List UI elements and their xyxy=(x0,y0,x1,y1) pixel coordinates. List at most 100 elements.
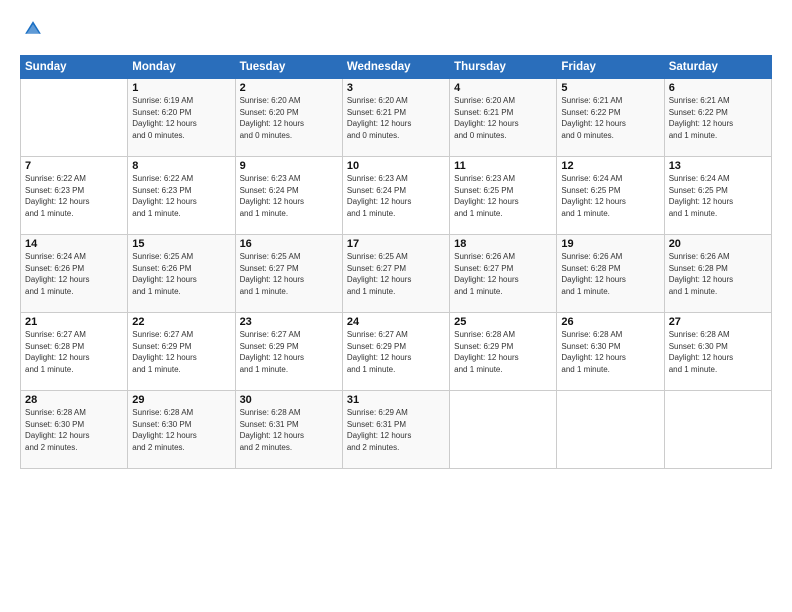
cell-0-1: 1Sunrise: 6:19 AM Sunset: 6:20 PM Daylig… xyxy=(128,79,235,157)
day-number: 28 xyxy=(25,394,123,406)
day-info: Sunrise: 6:20 AM Sunset: 6:20 PM Dayligh… xyxy=(240,95,338,141)
header xyxy=(20,18,772,45)
day-info: Sunrise: 6:25 AM Sunset: 6:27 PM Dayligh… xyxy=(347,251,445,297)
cell-0-4: 4Sunrise: 6:20 AM Sunset: 6:21 PM Daylig… xyxy=(450,79,557,157)
cell-2-3: 17Sunrise: 6:25 AM Sunset: 6:27 PM Dayli… xyxy=(342,235,449,313)
col-header-monday: Monday xyxy=(128,56,235,79)
cell-0-3: 3Sunrise: 6:20 AM Sunset: 6:21 PM Daylig… xyxy=(342,79,449,157)
col-header-saturday: Saturday xyxy=(664,56,771,79)
cell-2-5: 19Sunrise: 6:26 AM Sunset: 6:28 PM Dayli… xyxy=(557,235,664,313)
day-info: Sunrise: 6:26 AM Sunset: 6:28 PM Dayligh… xyxy=(561,251,659,297)
week-row-3: 21Sunrise: 6:27 AM Sunset: 6:28 PM Dayli… xyxy=(21,313,772,391)
cell-4-2: 30Sunrise: 6:28 AM Sunset: 6:31 PM Dayli… xyxy=(235,391,342,469)
cell-3-2: 23Sunrise: 6:27 AM Sunset: 6:29 PM Dayli… xyxy=(235,313,342,391)
header-row: SundayMondayTuesdayWednesdayThursdayFrid… xyxy=(21,56,772,79)
day-number: 10 xyxy=(347,160,445,172)
day-number: 8 xyxy=(132,160,230,172)
day-info: Sunrise: 6:19 AM Sunset: 6:20 PM Dayligh… xyxy=(132,95,230,141)
day-number: 25 xyxy=(454,316,552,328)
cell-3-4: 25Sunrise: 6:28 AM Sunset: 6:29 PM Dayli… xyxy=(450,313,557,391)
day-number: 29 xyxy=(132,394,230,406)
cell-2-6: 20Sunrise: 6:26 AM Sunset: 6:28 PM Dayli… xyxy=(664,235,771,313)
cell-2-0: 14Sunrise: 6:24 AM Sunset: 6:26 PM Dayli… xyxy=(21,235,128,313)
cell-3-0: 21Sunrise: 6:27 AM Sunset: 6:28 PM Dayli… xyxy=(21,313,128,391)
cell-0-2: 2Sunrise: 6:20 AM Sunset: 6:20 PM Daylig… xyxy=(235,79,342,157)
day-number: 21 xyxy=(25,316,123,328)
col-header-sunday: Sunday xyxy=(21,56,128,79)
day-info: Sunrise: 6:25 AM Sunset: 6:27 PM Dayligh… xyxy=(240,251,338,297)
day-number: 31 xyxy=(347,394,445,406)
col-header-wednesday: Wednesday xyxy=(342,56,449,79)
day-number: 3 xyxy=(347,82,445,94)
cell-2-1: 15Sunrise: 6:25 AM Sunset: 6:26 PM Dayli… xyxy=(128,235,235,313)
day-info: Sunrise: 6:24 AM Sunset: 6:25 PM Dayligh… xyxy=(561,173,659,219)
day-info: Sunrise: 6:21 AM Sunset: 6:22 PM Dayligh… xyxy=(561,95,659,141)
cell-4-3: 31Sunrise: 6:29 AM Sunset: 6:31 PM Dayli… xyxy=(342,391,449,469)
day-info: Sunrise: 6:29 AM Sunset: 6:31 PM Dayligh… xyxy=(347,407,445,453)
cell-4-1: 29Sunrise: 6:28 AM Sunset: 6:30 PM Dayli… xyxy=(128,391,235,469)
day-info: Sunrise: 6:28 AM Sunset: 6:30 PM Dayligh… xyxy=(25,407,123,453)
col-header-friday: Friday xyxy=(557,56,664,79)
day-number: 4 xyxy=(454,82,552,94)
day-info: Sunrise: 6:22 AM Sunset: 6:23 PM Dayligh… xyxy=(132,173,230,219)
week-row-2: 14Sunrise: 6:24 AM Sunset: 6:26 PM Dayli… xyxy=(21,235,772,313)
cell-1-1: 8Sunrise: 6:22 AM Sunset: 6:23 PM Daylig… xyxy=(128,157,235,235)
day-info: Sunrise: 6:28 AM Sunset: 6:29 PM Dayligh… xyxy=(454,329,552,375)
cell-4-0: 28Sunrise: 6:28 AM Sunset: 6:30 PM Dayli… xyxy=(21,391,128,469)
cell-0-6: 6Sunrise: 6:21 AM Sunset: 6:22 PM Daylig… xyxy=(664,79,771,157)
day-number: 9 xyxy=(240,160,338,172)
day-info: Sunrise: 6:24 AM Sunset: 6:25 PM Dayligh… xyxy=(669,173,767,219)
cell-4-5 xyxy=(557,391,664,469)
week-row-4: 28Sunrise: 6:28 AM Sunset: 6:30 PM Dayli… xyxy=(21,391,772,469)
logo-icon xyxy=(22,18,44,40)
week-row-0: 1Sunrise: 6:19 AM Sunset: 6:20 PM Daylig… xyxy=(21,79,772,157)
cell-1-5: 12Sunrise: 6:24 AM Sunset: 6:25 PM Dayli… xyxy=(557,157,664,235)
page: SundayMondayTuesdayWednesdayThursdayFrid… xyxy=(0,0,792,612)
day-number: 13 xyxy=(669,160,767,172)
day-number: 20 xyxy=(669,238,767,250)
day-info: Sunrise: 6:28 AM Sunset: 6:30 PM Dayligh… xyxy=(669,329,767,375)
day-number: 22 xyxy=(132,316,230,328)
day-number: 23 xyxy=(240,316,338,328)
day-number: 1 xyxy=(132,82,230,94)
day-number: 6 xyxy=(669,82,767,94)
day-info: Sunrise: 6:27 AM Sunset: 6:29 PM Dayligh… xyxy=(240,329,338,375)
day-info: Sunrise: 6:21 AM Sunset: 6:22 PM Dayligh… xyxy=(669,95,767,141)
day-info: Sunrise: 6:23 AM Sunset: 6:24 PM Dayligh… xyxy=(347,173,445,219)
day-number: 2 xyxy=(240,82,338,94)
day-number: 5 xyxy=(561,82,659,94)
calendar-table: SundayMondayTuesdayWednesdayThursdayFrid… xyxy=(20,55,772,469)
day-info: Sunrise: 6:26 AM Sunset: 6:27 PM Dayligh… xyxy=(454,251,552,297)
cell-2-2: 16Sunrise: 6:25 AM Sunset: 6:27 PM Dayli… xyxy=(235,235,342,313)
day-number: 15 xyxy=(132,238,230,250)
day-number: 14 xyxy=(25,238,123,250)
day-number: 27 xyxy=(669,316,767,328)
day-number: 19 xyxy=(561,238,659,250)
day-number: 17 xyxy=(347,238,445,250)
day-info: Sunrise: 6:22 AM Sunset: 6:23 PM Dayligh… xyxy=(25,173,123,219)
day-info: Sunrise: 6:20 AM Sunset: 6:21 PM Dayligh… xyxy=(347,95,445,141)
cell-2-4: 18Sunrise: 6:26 AM Sunset: 6:27 PM Dayli… xyxy=(450,235,557,313)
cell-1-4: 11Sunrise: 6:23 AM Sunset: 6:25 PM Dayli… xyxy=(450,157,557,235)
week-row-1: 7Sunrise: 6:22 AM Sunset: 6:23 PM Daylig… xyxy=(21,157,772,235)
cell-4-4 xyxy=(450,391,557,469)
day-number: 18 xyxy=(454,238,552,250)
cell-3-5: 26Sunrise: 6:28 AM Sunset: 6:30 PM Dayli… xyxy=(557,313,664,391)
day-number: 30 xyxy=(240,394,338,406)
day-info: Sunrise: 6:27 AM Sunset: 6:28 PM Dayligh… xyxy=(25,329,123,375)
col-header-tuesday: Tuesday xyxy=(235,56,342,79)
cell-1-2: 9Sunrise: 6:23 AM Sunset: 6:24 PM Daylig… xyxy=(235,157,342,235)
day-number: 11 xyxy=(454,160,552,172)
cell-4-6 xyxy=(664,391,771,469)
cell-1-6: 13Sunrise: 6:24 AM Sunset: 6:25 PM Dayli… xyxy=(664,157,771,235)
day-info: Sunrise: 6:20 AM Sunset: 6:21 PM Dayligh… xyxy=(454,95,552,141)
day-info: Sunrise: 6:23 AM Sunset: 6:24 PM Dayligh… xyxy=(240,173,338,219)
day-info: Sunrise: 6:28 AM Sunset: 6:31 PM Dayligh… xyxy=(240,407,338,453)
day-number: 7 xyxy=(25,160,123,172)
day-number: 24 xyxy=(347,316,445,328)
cell-3-6: 27Sunrise: 6:28 AM Sunset: 6:30 PM Dayli… xyxy=(664,313,771,391)
day-number: 12 xyxy=(561,160,659,172)
day-info: Sunrise: 6:26 AM Sunset: 6:28 PM Dayligh… xyxy=(669,251,767,297)
cell-3-3: 24Sunrise: 6:27 AM Sunset: 6:29 PM Dayli… xyxy=(342,313,449,391)
cell-0-5: 5Sunrise: 6:21 AM Sunset: 6:22 PM Daylig… xyxy=(557,79,664,157)
